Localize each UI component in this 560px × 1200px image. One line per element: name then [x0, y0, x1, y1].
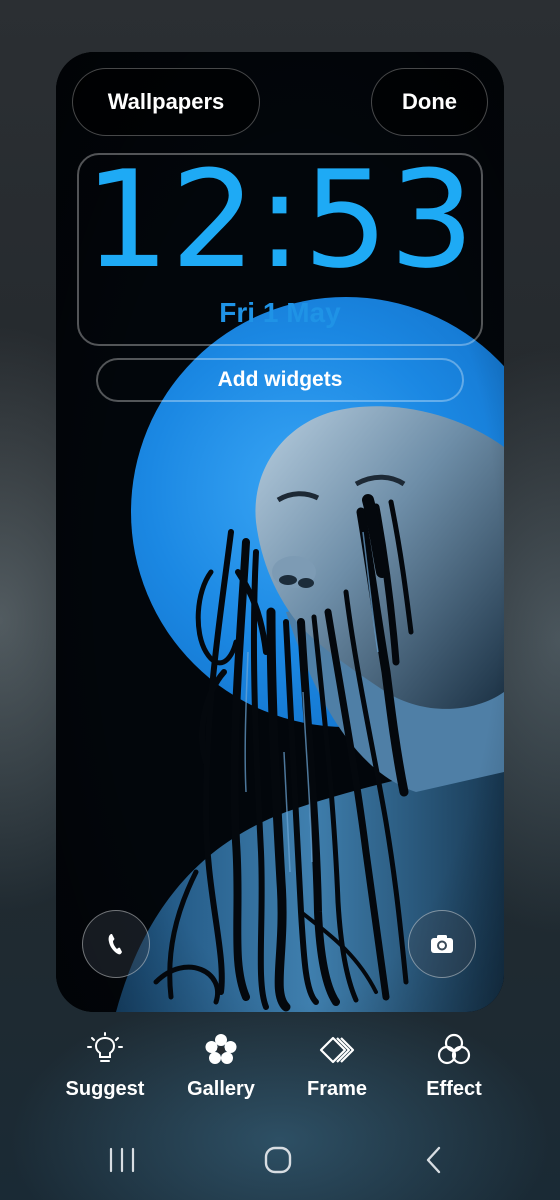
suggest-tool[interactable]: Suggest — [45, 1030, 165, 1110]
phone-shortcut-button[interactable] — [82, 910, 150, 978]
effect-label: Effect — [426, 1078, 482, 1100]
effect-icon — [437, 1033, 471, 1065]
frame-label: Frame — [306, 1078, 368, 1100]
effect-tool[interactable]: Effect — [394, 1030, 514, 1110]
done-button[interactable]: Done — [371, 68, 488, 136]
lock-screen-preview: Wallpapers Done 12:53 Fri 1 May Add widg… — [56, 52, 504, 1012]
suggest-label: Suggest — [65, 1078, 145, 1100]
lightbulb-icon — [87, 1032, 123, 1062]
clock-time: 12:53 — [84, 142, 476, 298]
clock-date: Fri 1 May — [219, 297, 341, 328]
camera-icon — [431, 935, 453, 953]
gallery-label: Gallery — [187, 1078, 255, 1100]
add-widgets-button[interactable]: Add widgets — [96, 358, 464, 402]
flower-icon — [205, 1034, 237, 1064]
phone-icon — [108, 934, 122, 955]
wallpapers-button[interactable]: Wallpapers — [72, 68, 260, 136]
back-icon — [426, 1146, 441, 1174]
frame-icon — [319, 1036, 355, 1064]
back-button[interactable] — [404, 1140, 464, 1180]
camera-shortcut-button[interactable] — [408, 910, 476, 978]
recents-button[interactable] — [92, 1140, 152, 1180]
clock-widget[interactable]: 12:53 Fri 1 May — [77, 145, 483, 346]
home-icon — [264, 1146, 292, 1174]
home-button[interactable] — [248, 1140, 308, 1180]
frame-tool[interactable]: Frame — [277, 1030, 397, 1110]
gallery-tool[interactable]: Gallery — [161, 1030, 281, 1110]
recents-icon — [109, 1147, 135, 1173]
wallpaper-editor-screen: Wallpapers Done 12:53 Fri 1 May Add widg… — [0, 0, 560, 1200]
